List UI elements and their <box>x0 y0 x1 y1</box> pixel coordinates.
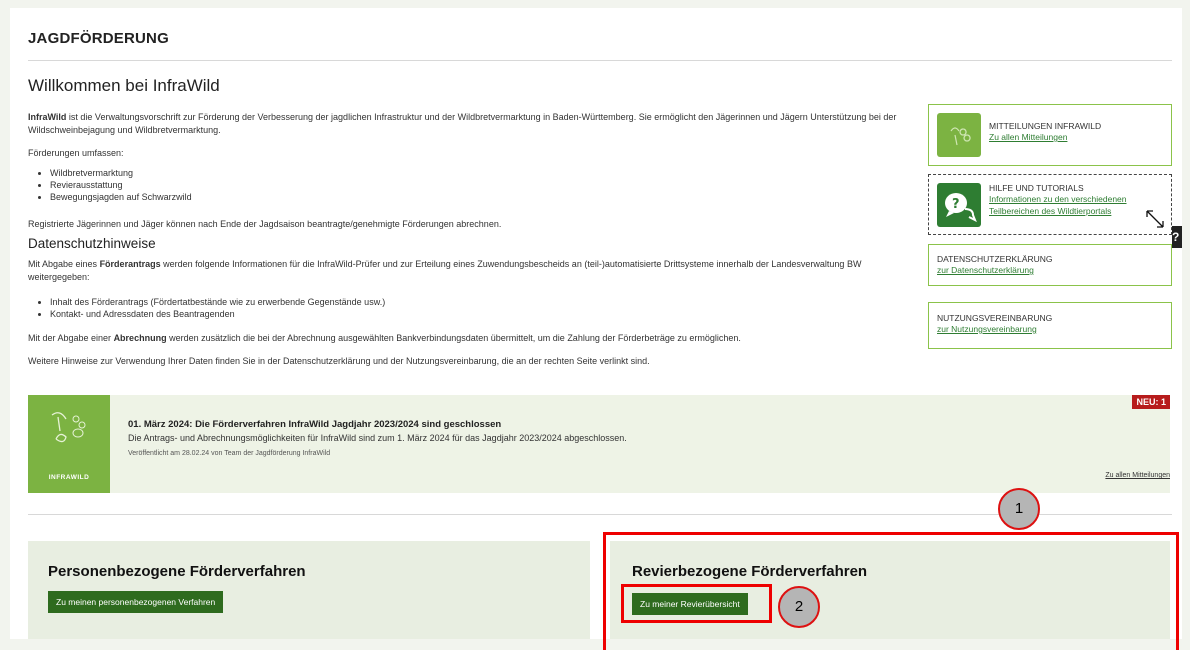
foerderungen-label: Förderungen umfassen: <box>28 148 124 158</box>
logo-text: INFRAWILD <box>48 474 90 481</box>
hilfe-title: HILFE UND TUTORIALS <box>989 183 1084 193</box>
welcome-title: Willkommen bei InfraWild <box>28 76 220 95</box>
registered-text: Registrierte Jägerinnen und Jäger können… <box>28 219 502 229</box>
personen-button[interactable]: Zu meinen personenbezogenen Verfahren <box>48 591 224 613</box>
infrawild-logo: INFRAWILD <box>28 395 110 493</box>
list-item: Revierausstattung <box>50 179 192 191</box>
datenschutz-paragraph-1: Mit Abgabe eines Förderantrags werden fo… <box>28 258 918 284</box>
personen-panel: Personenbezogene Förderverfahren Zu mein… <box>28 541 590 639</box>
infrawild-icon <box>937 113 981 157</box>
hilfe-box[interactable]: ? HILFE UND TUTORIALS Informationen zu d… <box>928 174 1172 235</box>
nutzung-box-title: NUTZUNGSVEREINBARUNG <box>937 313 1053 323</box>
nutzung-link[interactable]: zur Nutzungsvereinbarung <box>937 323 1052 335</box>
personen-title: Personenbezogene Förderverfahren <box>48 563 306 580</box>
news-banner: INFRAWILD 01. März 2024: Die Förderverfa… <box>28 395 1170 493</box>
wildlife-icon <box>51 412 86 443</box>
datenschutz-paragraph-2: Mit der Abgabe einer Abrechnung werden z… <box>28 332 918 345</box>
help-tab[interactable]: ? <box>1172 226 1182 248</box>
ds-bold: Förderantrags <box>99 259 161 269</box>
new-badge: NEU: 1 <box>1132 395 1170 409</box>
datenschutz-list: Inhalt des Förderantrags (Fördertatbestä… <box>40 296 385 320</box>
news-body: Die Antrags- und Abrechnungsmöglichkeite… <box>128 433 627 443</box>
main-content: JAGDFÖRDERUNG Willkommen bei InfraWild I… <box>10 8 1182 650</box>
intro-text: ist die Verwaltungsvorschrift zur Förder… <box>28 112 897 135</box>
hilfe-link-line1[interactable]: Informationen zu den verschiedenen <box>989 193 1127 205</box>
datenschutz-box[interactable]: DATENSCHUTZERKLÄRUNG zur Datenschutzerkl… <box>928 244 1172 286</box>
datenschutz-link[interactable]: zur Datenschutzerklärung <box>937 264 1053 276</box>
news-headline: 01. März 2024: Die Förderverfahren Infra… <box>128 419 502 430</box>
news-content: 01. März 2024: Die Förderverfahren Infra… <box>128 419 627 457</box>
datenschutz-title: Datenschutzhinweise <box>28 236 156 251</box>
page-title: JAGDFÖRDERUNG <box>28 30 169 47</box>
list-item: Bewegungsjagden auf Schwarzwild <box>50 191 192 203</box>
news-meta: Veröffentlicht am 28.02.24 von Team der … <box>128 450 331 457</box>
marker-1: 1 <box>998 488 1040 530</box>
datenschutz-paragraph-3: Weitere Hinweise zur Verwendung Ihrer Da… <box>28 356 650 366</box>
list-item: Inhalt des Förderantrags (Fördertatbestä… <box>50 296 385 308</box>
divider <box>28 60 1172 61</box>
foerderungen-list: Wildbretvermarktung Revierausstattung Be… <box>40 167 192 203</box>
resize-arrow-icon <box>1146 210 1164 228</box>
intro-brand: InfraWild <box>28 112 67 122</box>
ds-bold: Abrechnung <box>113 333 167 343</box>
list-item: Kontakt- und Adressdaten des Beantragend… <box>50 308 385 320</box>
marker-2: 2 <box>778 586 820 628</box>
highlight-box-button <box>621 584 772 623</box>
datenschutz-box-title: DATENSCHUTZERKLÄRUNG <box>937 254 1053 264</box>
list-item: Wildbretvermarktung <box>50 167 192 179</box>
mitteilungen-link[interactable]: Zu allen Mitteilungen <box>989 131 1101 143</box>
ds-text: Mit der Abgabe einer <box>28 333 114 343</box>
svg-text:?: ? <box>952 197 960 212</box>
ds-text: werden zusätzlich die bei der Abrechnung… <box>166 333 741 343</box>
chat-help-icon: ? <box>937 183 981 227</box>
news-all-link[interactable]: Zu allen Mitteilungen <box>1105 472 1170 479</box>
nutzung-box[interactable]: NUTZUNGSVEREINBARUNG zur Nutzungsvereinb… <box>928 302 1172 349</box>
mitteilungen-box[interactable]: MITTEILUNGEN INFRAWILD Zu allen Mitteilu… <box>928 104 1172 166</box>
hilfe-link-line2[interactable]: Teilbereichen des Wildtierportals <box>989 205 1127 217</box>
intro-paragraph: InfraWild ist die Verwaltungsvorschrift … <box>28 111 918 137</box>
mitteilungen-title: MITTEILUNGEN INFRAWILD <box>989 121 1102 131</box>
ds-text: Mit Abgabe eines <box>28 259 100 269</box>
